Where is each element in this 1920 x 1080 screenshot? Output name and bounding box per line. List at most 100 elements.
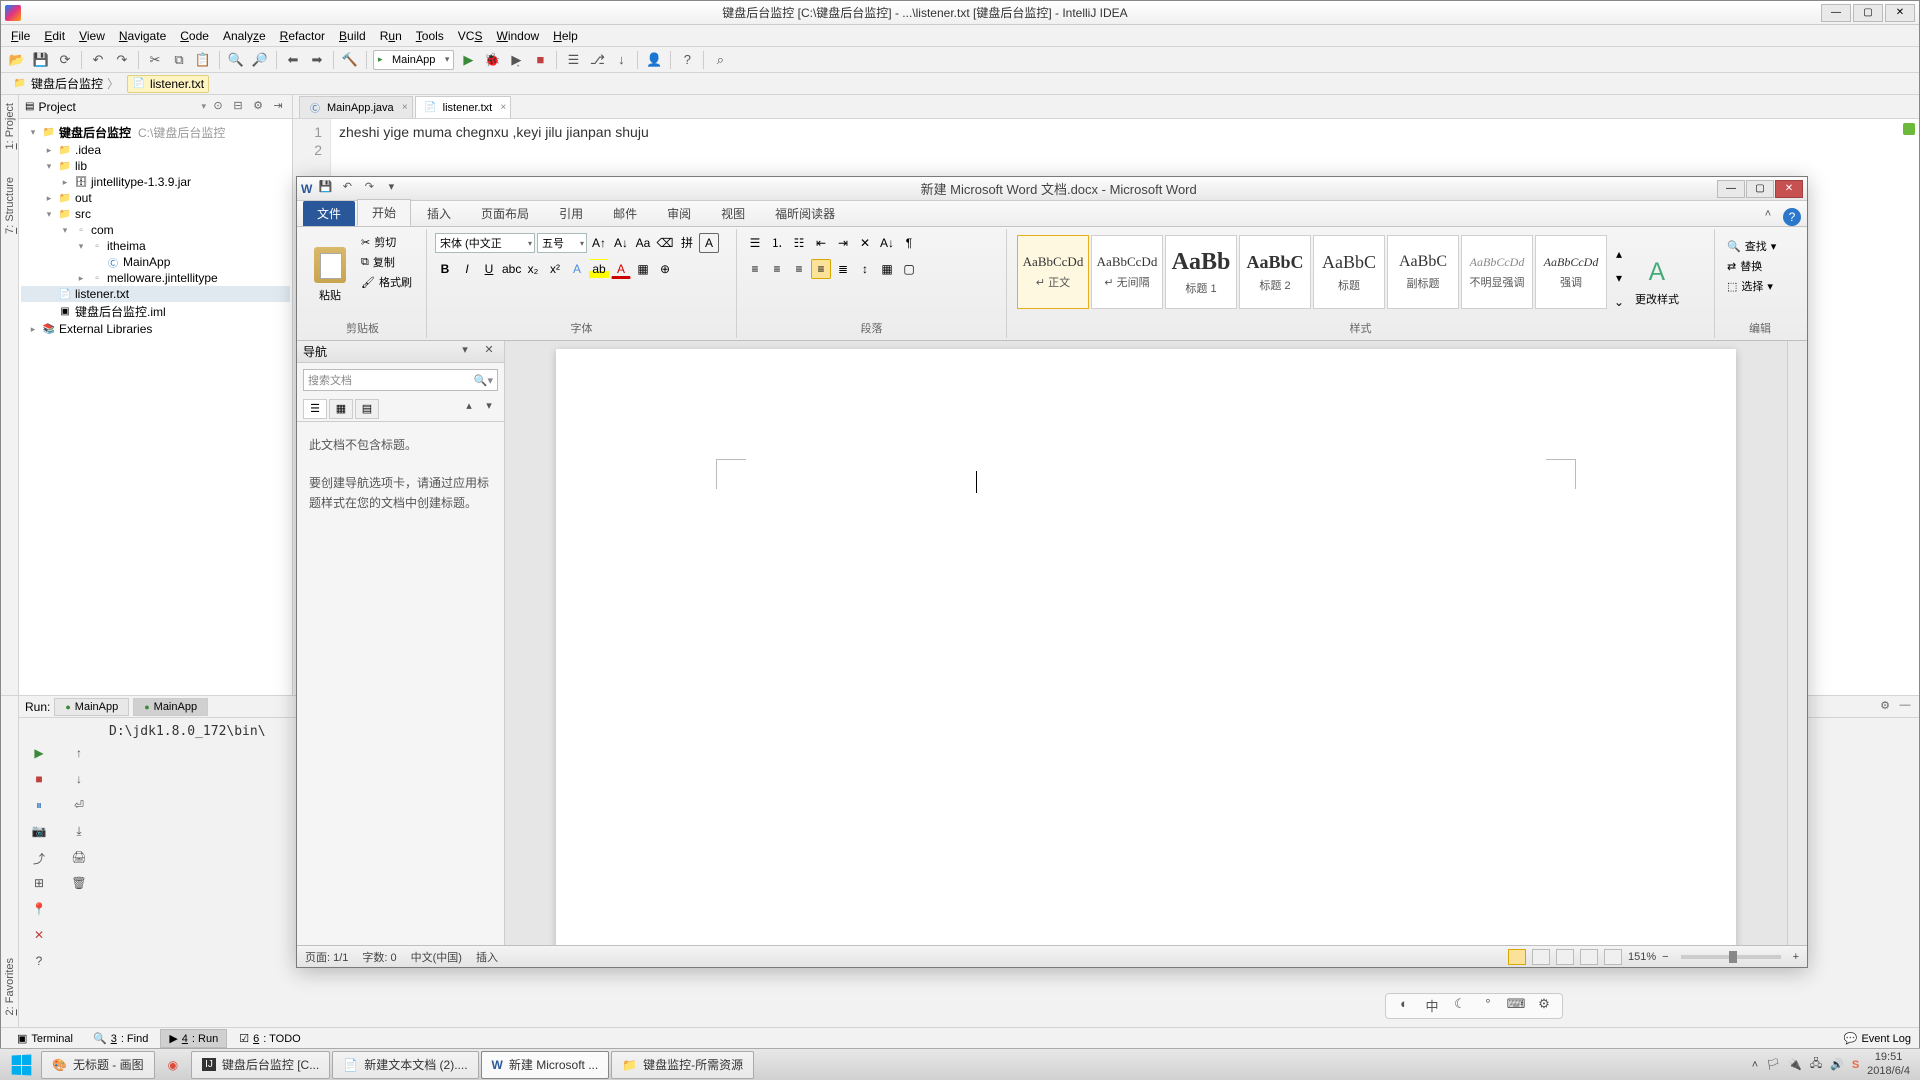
vcs-icon[interactable]: ⎇: [587, 50, 607, 70]
help-icon[interactable]: ?: [677, 50, 697, 70]
tree-melloware[interactable]: ▸▫melloware.jintellitype: [21, 270, 290, 286]
qa-redo-icon[interactable]: ↷: [360, 180, 378, 198]
tray-up-icon[interactable]: ˄: [1752, 1059, 1758, 1071]
tray-flag-icon[interactable]: 🏳: [1766, 1058, 1780, 1071]
word-close-button[interactable]: ✕: [1775, 180, 1803, 198]
style-title[interactable]: AaBbC标题: [1313, 235, 1385, 309]
tree-itheima[interactable]: ▾▫itheima: [21, 238, 290, 254]
nav-down-icon[interactable]: ▾: [480, 399, 498, 417]
stripe-project[interactable]: 1: Project: [3, 99, 17, 153]
tab-insert[interactable]: 插入: [413, 201, 465, 226]
help-icon[interactable]: ?: [1783, 208, 1801, 226]
view-outline-icon[interactable]: [1580, 949, 1598, 965]
inc-indent-icon[interactable]: ⇥: [833, 233, 853, 253]
ime-lang[interactable]: 中: [1422, 996, 1442, 1016]
asian-layout-icon[interactable]: ✕: [855, 233, 875, 253]
tab-mainapp[interactable]: ⒸMainApp.java×: [299, 96, 413, 118]
char-border-icon[interactable]: A: [699, 233, 719, 253]
settings-icon[interactable]: 👤: [644, 50, 664, 70]
tray-sogou-icon[interactable]: S: [1852, 1059, 1859, 1071]
ime-settings-icon[interactable]: ⚙: [1534, 996, 1554, 1016]
tab-review[interactable]: 审阅: [653, 201, 705, 226]
run-minimize-icon[interactable]: —: [1897, 699, 1913, 715]
tree-lib[interactable]: ▾📁lib: [21, 158, 290, 174]
close-run-icon[interactable]: ✕: [28, 928, 50, 946]
underline-icon[interactable]: U: [479, 259, 499, 279]
tab-file[interactable]: 文件: [303, 201, 355, 226]
layout-icon[interactable]: ⊞: [28, 876, 50, 894]
bold-icon[interactable]: B: [435, 259, 455, 279]
nav-tab-pages[interactable]: ▦: [329, 399, 353, 419]
tree-external[interactable]: ▸📚External Libraries: [21, 321, 290, 337]
tree-out[interactable]: ▸📁out: [21, 190, 290, 206]
menu-view[interactable]: View: [73, 27, 111, 45]
menu-file[interactable]: File: [5, 27, 36, 45]
align-left-icon[interactable]: ≡: [745, 259, 765, 279]
bullets-icon[interactable]: ☰: [745, 233, 765, 253]
style-nospace[interactable]: AaBbCcDd↵ 无间隔: [1091, 235, 1163, 309]
maximize-button[interactable]: ▢: [1853, 4, 1883, 22]
taskbar-word[interactable]: W新建 Microsoft ...: [481, 1051, 610, 1079]
tree-root[interactable]: ▾📁键盘后台监控C:\键盘后台监控: [21, 123, 290, 142]
ime-logo-icon[interactable]: ◐: [1394, 996, 1414, 1016]
styles-up-icon[interactable]: ▴: [1609, 244, 1629, 266]
tab-listener[interactable]: 📄listener.txt×: [415, 96, 512, 118]
tree-iml[interactable]: ▣键盘后台监控.iml: [21, 302, 290, 321]
nav-search-input[interactable]: 搜索文档 🔍▾: [303, 369, 498, 391]
close-button[interactable]: ✕: [1885, 4, 1915, 22]
taskbar-intellij[interactable]: IJ键盘后台监控 [C...: [191, 1051, 330, 1079]
cut-button[interactable]: ✂ 剪切: [357, 233, 416, 251]
forward-icon[interactable]: ➡: [307, 50, 327, 70]
replace-button[interactable]: ⇄ 替换: [1723, 257, 1797, 275]
help-run-icon[interactable]: ?: [28, 954, 50, 972]
tree-jar[interactable]: ▸🗄jintellitype-1.3.9.jar: [21, 174, 290, 190]
strike-icon[interactable]: abc: [501, 259, 521, 279]
style-emphasis[interactable]: AaBbCcDd强调: [1535, 235, 1607, 309]
find-button[interactable]: 🔍 查找 ▾: [1723, 237, 1797, 255]
dec-indent-icon[interactable]: ⇤: [811, 233, 831, 253]
nav-close-icon[interactable]: ✕: [480, 343, 498, 361]
copy-button[interactable]: ⧉ 复制: [357, 253, 416, 271]
structure-icon[interactable]: ☰: [563, 50, 583, 70]
run-tab-1[interactable]: ●MainApp: [54, 698, 129, 716]
terminal-tab[interactable]: ▣ Terminal: [9, 1030, 81, 1047]
close-tab-icon[interactable]: ×: [500, 102, 506, 113]
style-subtitle[interactable]: AaBbC副标题: [1387, 235, 1459, 309]
grow-font-icon[interactable]: A↑: [589, 233, 609, 253]
change-case-icon[interactable]: Aa: [633, 233, 653, 253]
line-spacing-icon[interactable]: ↕: [855, 259, 875, 279]
highlight-icon[interactable]: ab: [589, 259, 609, 279]
refresh-icon[interactable]: ⟳: [55, 50, 75, 70]
run-tab[interactable]: ▶ 4: Run: [160, 1029, 227, 1048]
run-icon[interactable]: ▶: [458, 50, 478, 70]
tray-volume-icon[interactable]: 🔊: [1830, 1058, 1844, 1071]
find-tab[interactable]: 🔍 3: Find: [85, 1030, 156, 1047]
paste-icon[interactable]: 📋: [193, 50, 213, 70]
font-name-select[interactable]: 宋体 (中文正: [435, 233, 535, 253]
menu-refactor[interactable]: Refactor: [274, 27, 331, 45]
menu-edit[interactable]: Edit: [38, 27, 71, 45]
pause-icon[interactable]: ⏸: [28, 798, 50, 816]
wrap-icon[interactable]: ⏎: [68, 798, 90, 816]
settings-gear-icon[interactable]: ⚙: [250, 99, 266, 115]
menu-run[interactable]: Run: [374, 27, 408, 45]
tree-listener[interactable]: 📄listener.txt: [21, 286, 290, 302]
subscript-icon[interactable]: x₂: [523, 259, 543, 279]
zoom-out-icon[interactable]: −: [1662, 951, 1668, 963]
nav-up-icon[interactable]: ▴: [460, 399, 478, 417]
minimize-button[interactable]: —: [1821, 4, 1851, 22]
align-center-icon[interactable]: ≡: [767, 259, 787, 279]
zoom-in-icon[interactable]: +: [1793, 951, 1799, 963]
view-fullread-icon[interactable]: [1532, 949, 1550, 965]
zoom-slider[interactable]: [1681, 955, 1781, 959]
crumb-file[interactable]: 📄listener.txt: [127, 75, 209, 93]
update-icon[interactable]: ↓: [611, 50, 631, 70]
exit-icon[interactable]: ⤴: [28, 850, 50, 868]
style-normal[interactable]: AaBbCcDd↵ 正文: [1017, 235, 1089, 309]
show-marks-icon[interactable]: ¶: [899, 233, 919, 253]
run-tab-2[interactable]: ●MainApp: [133, 698, 208, 716]
rerun-icon[interactable]: ▶: [28, 746, 50, 764]
tray-network-icon[interactable]: 🖧: [1810, 1055, 1822, 1074]
save-icon[interactable]: 💾: [31, 50, 51, 70]
search-everywhere-icon[interactable]: ⌕: [710, 50, 730, 70]
